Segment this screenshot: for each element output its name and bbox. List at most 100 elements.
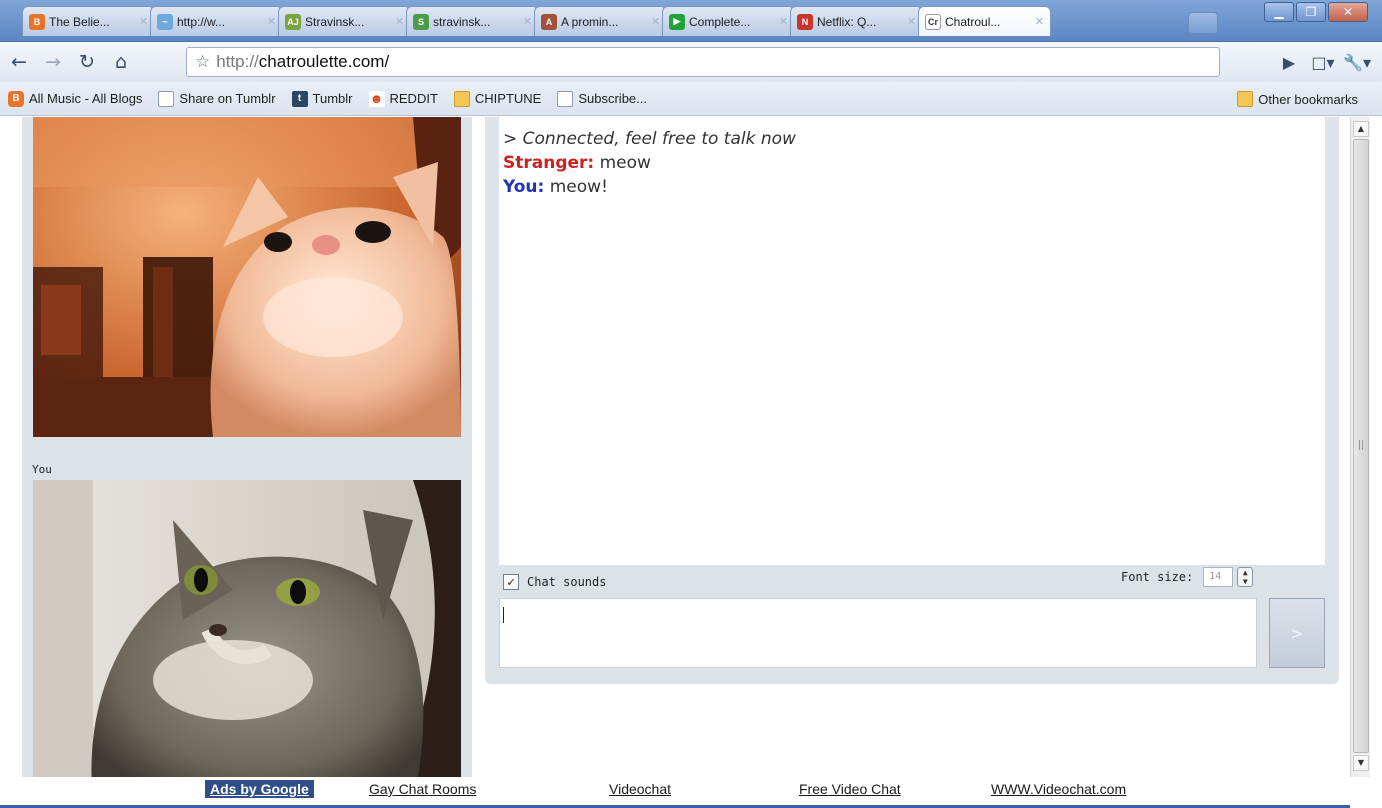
- ads-footer: Ads by Google Gay Chat Rooms Videochat F…: [0, 777, 1350, 808]
- tab-4[interactable]: A A promin... ✕: [534, 6, 667, 36]
- chat-sounds-checkbox[interactable]: ✓: [503, 574, 519, 590]
- new-tab-button[interactable]: [1188, 12, 1218, 34]
- browser-tab-strip: B The Belie... ✕ ~ http://w... ✕ AJ Stravinsk..…: [0, 0, 1382, 42]
- bookmark-item-5[interactable]: Subscribe...: [557, 90, 647, 107]
- chat-panel: > Connected, feel free to talk now Stran…: [485, 117, 1339, 684]
- ad-link-gay-chat-rooms[interactable]: Gay Chat Rooms: [369, 781, 476, 797]
- scrollbar-thumb[interactable]: [1353, 139, 1369, 753]
- bookmark-item-3[interactable]: ☻ REDDIT: [368, 90, 438, 107]
- chat-message-input[interactable]: [499, 598, 1257, 668]
- tab-close-icon[interactable]: ✕: [267, 15, 276, 28]
- font-size-control: Font size: 14 ▲ ▼: [1121, 567, 1254, 587]
- font-size-label: Font size:: [1121, 570, 1194, 584]
- bookmark-star-icon[interactable]: ☆: [195, 52, 210, 72]
- bookmark-label: Tumblr: [312, 91, 353, 106]
- bookmarks-bar: B All Music - All Blogs Share on Tumblr t Tu…: [0, 82, 1382, 116]
- bookmark-label: Share on Tumblr: [179, 91, 276, 106]
- tab-0[interactable]: B The Belie... ✕: [22, 6, 155, 36]
- tab-5[interactable]: ▶ Complete... ✕: [662, 6, 795, 36]
- play-arrow-icon[interactable]: ▶: [1274, 47, 1304, 77]
- you-video-label: You: [32, 463, 52, 476]
- chat-options-bar: ✓ Chat sounds Font size: 14 ▲ ▼: [499, 567, 1259, 597]
- stranger-name: Stranger:: [503, 153, 595, 173]
- chat-sounds-label: Chat sounds: [527, 575, 607, 589]
- browser-toolbar: ← → ↻ ⌂ ☆ http://chatroulette.com/ ▶ □▾ …: [0, 42, 1382, 82]
- you-webcam-video: [33, 480, 461, 800]
- wiki-favicon-icon: S: [413, 13, 429, 30]
- chat-system-message: > Connected, feel free to talk now: [503, 129, 796, 149]
- ad-link-free-video-chat[interactable]: Free Video Chat: [799, 781, 901, 797]
- forward-arrow-icon[interactable]: →: [38, 47, 68, 77]
- tab-close-icon[interactable]: ✕: [395, 15, 404, 28]
- tab-close-icon[interactable]: ✕: [907, 15, 916, 28]
- window-right-edge: [1370, 117, 1382, 808]
- you-video-panel: You: [22, 461, 472, 801]
- text-caret: [503, 607, 504, 623]
- bookmark-item-0[interactable]: B All Music - All Blogs: [8, 90, 143, 107]
- page-scrollbar[interactable]: ▲ ▼: [1350, 117, 1370, 777]
- reload-icon[interactable]: ↻: [72, 47, 102, 77]
- tab-title: http://w...: [177, 14, 226, 29]
- tab-close-icon[interactable]: ✕: [651, 15, 660, 28]
- bookmark-label: Subscribe...: [578, 91, 647, 106]
- chat-message-stranger: Stranger: meow: [503, 151, 1321, 175]
- tab-title: Stravinsk...: [305, 14, 365, 29]
- page-icon: [158, 90, 175, 107]
- figure-favicon-icon: A: [541, 13, 557, 30]
- chat-message-you: You: meow!: [503, 175, 1321, 199]
- tab-close-icon[interactable]: ✕: [1035, 15, 1044, 28]
- ad-link-www-videochat[interactable]: WWW.Videochat.com: [991, 781, 1126, 797]
- other-bookmarks-label: Other bookmarks: [1258, 91, 1358, 107]
- reddit-icon: ☻: [368, 90, 385, 107]
- close-window-button[interactable]: ✕: [1328, 2, 1368, 22]
- bookmark-list: B All Music - All Blogs Share on Tumblr t Tu…: [8, 90, 663, 107]
- play-favicon-icon: ▶: [669, 13, 685, 30]
- send-message-button[interactable]: >: [1269, 598, 1325, 668]
- address-url[interactable]: http://chatroulette.com/: [216, 52, 389, 72]
- tab-close-icon[interactable]: ✕: [779, 15, 788, 28]
- tab-1[interactable]: ~ http://w... ✕: [150, 6, 283, 36]
- chatroulette-favicon-icon: Cr: [925, 13, 941, 30]
- tab-title: Netflix: Q...: [817, 14, 877, 29]
- bookmark-item-1[interactable]: Share on Tumblr: [158, 90, 276, 107]
- chatroulette-page: You > Connected, feel free to talk now S…: [0, 117, 1350, 808]
- home-icon[interactable]: ⌂: [106, 47, 136, 77]
- font-size-input[interactable]: 14: [1203, 567, 1234, 587]
- font-size-stepper[interactable]: ▲ ▼: [1237, 567, 1254, 587]
- page-menu-icon[interactable]: □▾: [1308, 47, 1338, 77]
- bird-favicon-icon: ~: [157, 13, 173, 30]
- other-bookmarks-button[interactable]: Other bookmarks: [1237, 91, 1358, 107]
- tab-2[interactable]: AJ Stravinsk... ✕: [278, 6, 411, 36]
- scroll-up-arrow-icon[interactable]: ▲: [1353, 121, 1369, 137]
- maximize-button[interactable]: ❐: [1296, 2, 1326, 22]
- address-bar[interactable]: ☆ http://chatroulette.com/: [186, 47, 1220, 77]
- minimize-button[interactable]: ▁: [1264, 2, 1294, 22]
- tab-6[interactable]: N Netflix: Q... ✕: [790, 6, 923, 36]
- bookmark-label: CHIPTUNE: [474, 91, 542, 106]
- tab-close-icon[interactable]: ✕: [139, 15, 148, 28]
- blogger-favicon-icon: B: [29, 13, 45, 30]
- bookmark-item-4[interactable]: CHIPTUNE: [453, 90, 542, 107]
- scroll-grip-icon: [1359, 440, 1363, 450]
- window-controls: ▁ ❐ ✕: [1262, 2, 1368, 22]
- you-name: You:: [503, 177, 545, 197]
- stranger-webcam-video: [33, 117, 461, 437]
- scroll-down-arrow-icon[interactable]: ▼: [1353, 755, 1369, 771]
- tab-7[interactable]: Cr Chatroul... ✕: [918, 6, 1051, 36]
- ads-by-google-link[interactable]: Ads by Google: [205, 780, 314, 798]
- tab-close-icon[interactable]: ✕: [523, 15, 532, 28]
- aj-favicon-icon: AJ: [285, 13, 301, 30]
- tab-list: B The Belie... ✕ ~ http://w... ✕ AJ Stravinsk..…: [22, 6, 1051, 36]
- ad-link-videochat[interactable]: Videochat: [609, 781, 671, 797]
- url-host: chatroulette.com/: [258, 52, 390, 71]
- back-arrow-icon[interactable]: ←: [4, 47, 34, 77]
- tab-title: stravinsk...: [433, 14, 491, 29]
- folder-icon: [1237, 91, 1254, 107]
- bookmark-label: All Music - All Blogs: [29, 91, 143, 106]
- tab-3[interactable]: Sstravinsk... ✕: [406, 6, 539, 36]
- wrench-menu-icon[interactable]: 🔧▾: [1342, 47, 1372, 77]
- bookmark-item-2[interactable]: t Tumblr: [291, 90, 353, 107]
- tumblr-icon: t: [291, 90, 308, 107]
- stranger-cat-image: [33, 117, 461, 437]
- you-cat-image: [33, 480, 461, 800]
